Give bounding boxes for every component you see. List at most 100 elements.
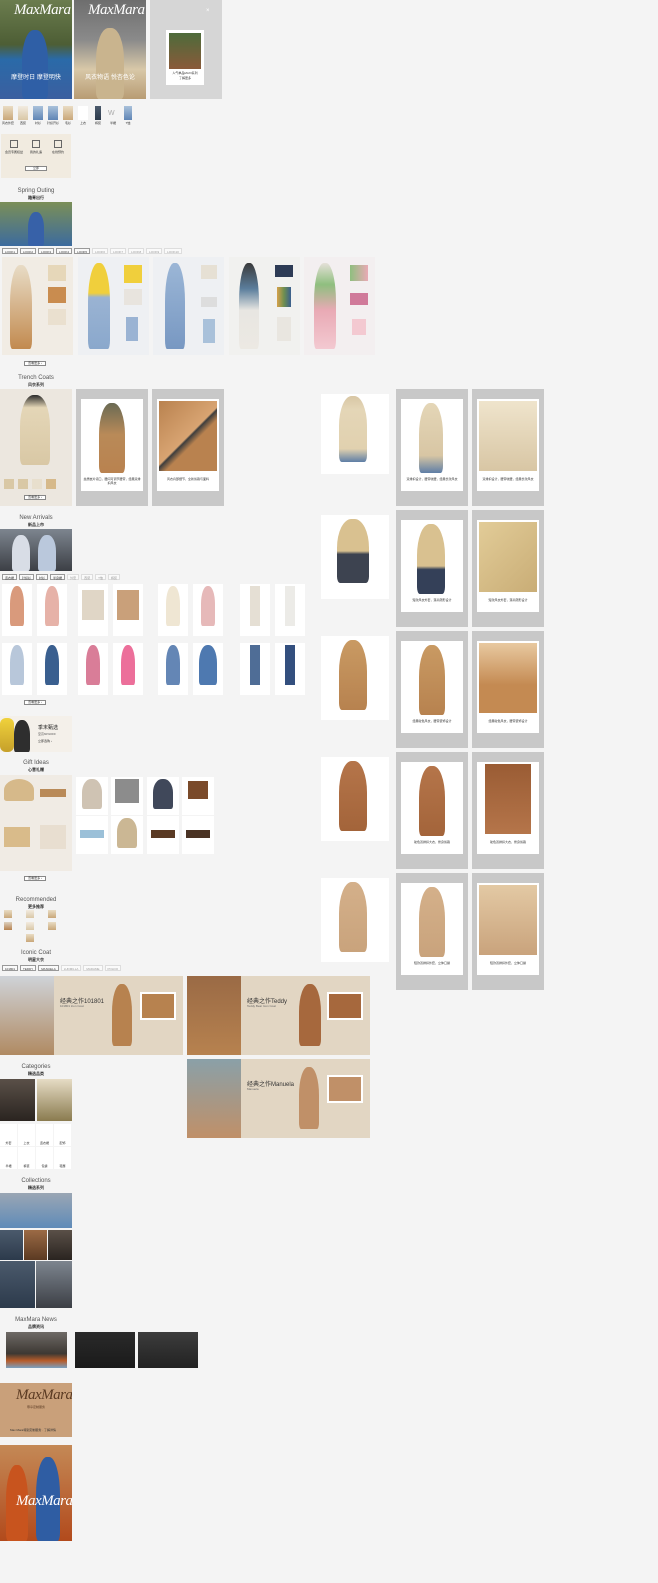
news-card[interactable] (138, 1332, 198, 1368)
category-item[interactable]: 西装 (17, 106, 29, 126)
trench-detail-frame[interactable]: 经典驼色风衣，腰带装饰设计 (396, 631, 468, 748)
category-tile[interactable]: 上衣 (18, 1124, 35, 1146)
trench-product-card[interactable] (321, 515, 389, 599)
look-card[interactable] (153, 257, 224, 355)
recommended-thumb[interactable] (26, 922, 34, 930)
tab-look2[interactable]: LOOK2 (20, 248, 37, 254)
gift-tile[interactable] (76, 777, 108, 815)
tab-teddy[interactable]: TEDDY (20, 965, 37, 971)
categories-banner-right[interactable] (37, 1079, 72, 1121)
news-card[interactable] (75, 1332, 135, 1368)
promo-card[interactable]: 人气单品MAXI系列 了解更多 (166, 30, 204, 85)
gift-tile[interactable] (147, 816, 179, 854)
recommended-thumb[interactable] (4, 922, 12, 930)
category-item[interactable]: 针织开衫 (47, 106, 59, 126)
look-card[interactable] (304, 257, 375, 355)
view-more-button[interactable]: 查看更多 › (24, 495, 46, 500)
tab-knit[interactable]: 针织衫 (19, 574, 35, 580)
product-tile[interactable] (2, 643, 32, 695)
trench-detail-frame[interactable]: 经典驼色风衣，腰带装饰设计 (472, 631, 544, 748)
product-tile[interactable] (2, 584, 32, 636)
category-item[interactable]: 衬衫 (32, 106, 44, 126)
product-tile[interactable] (193, 584, 223, 636)
tab-look10[interactable]: LOOK10 (164, 248, 182, 254)
trench-detail-frame[interactable]: 丝质嵌片领口，腰间可调节腰带，经典双排扣风衣 (76, 389, 148, 506)
category-item[interactable]: T恤 (122, 106, 134, 126)
product-tile[interactable] (275, 643, 305, 695)
gift-tile[interactable] (182, 777, 214, 815)
tab-shirt[interactable]: 衬衫 (36, 574, 49, 580)
tab-tee[interactable]: T恤 (95, 574, 106, 580)
recommended-thumb[interactable] (48, 910, 56, 918)
tab-outer[interactable]: 外套 (67, 574, 80, 580)
tab-look1[interactable]: LOOK1 (2, 248, 19, 254)
tab-look6[interactable]: LOOK6 (92, 248, 109, 254)
trench-detail-frame[interactable]: 短款双排扣外套，立体口袋 (472, 873, 544, 990)
gift-tile[interactable] (76, 816, 108, 854)
product-tile[interactable] (78, 584, 108, 636)
product-tile[interactable] (37, 643, 67, 695)
service-cta-button[interactable]: 立即 (25, 166, 47, 171)
view-more-button[interactable]: 查看更多 › (24, 361, 46, 366)
hero-slide-2[interactable]: MaxMara 风衣物语 悦杏色论 (74, 0, 146, 99)
product-tile[interactable] (78, 643, 108, 695)
recommended-thumb[interactable] (26, 910, 34, 918)
collection-tile[interactable] (24, 1230, 47, 1260)
trench-detail-frame[interactable]: 驼色双排扣大衣，修身剪裁 (472, 752, 544, 869)
tab-look4[interactable]: LOOK4 (56, 248, 73, 254)
collection-tile[interactable] (48, 1230, 72, 1260)
tab-look3[interactable]: LOOK3 (38, 248, 55, 254)
collection-tile[interactable] (36, 1261, 72, 1308)
category-item[interactable]: W 半裙 (107, 106, 119, 126)
closing-banner[interactable]: MaxMara (0, 1445, 72, 1541)
categories-banner-left[interactable] (0, 1079, 35, 1121)
trench-detail-frame[interactable]: 双排扣设计，腰带收腰，经典长款风衣 (472, 389, 544, 506)
gift-feature[interactable] (0, 775, 72, 871)
collection-hero[interactable] (0, 1193, 72, 1228)
recommended-thumb[interactable] (26, 934, 34, 942)
gift-tile[interactable] (111, 777, 143, 815)
look-card[interactable] (229, 257, 300, 355)
recommended-thumb[interactable] (4, 910, 12, 918)
view-more-button[interactable]: 查看更多 › (24, 876, 46, 881)
category-tile[interactable]: 配饰 (54, 1124, 71, 1146)
news-card[interactable] (6, 1332, 67, 1368)
service-item-booking[interactable]: 在线预约 (48, 140, 68, 160)
category-item[interactable]: 上衣 (77, 106, 89, 126)
gift-tile[interactable] (147, 777, 179, 815)
category-item[interactable]: 风衣外套 (2, 106, 14, 126)
seasonal-link[interactable]: 立即选购 › (38, 739, 52, 743)
tab-madame[interactable]: MADAME (83, 965, 103, 971)
tab-dress[interactable]: 连衣裙 (2, 574, 18, 580)
product-tile[interactable] (275, 584, 305, 636)
product-tile[interactable] (240, 643, 270, 695)
product-tile[interactable] (193, 643, 223, 695)
trench-detail-frame[interactable]: 风衣肩部细节，全新剪裁与面料 (152, 389, 224, 506)
trench-detail-frame[interactable]: 短款风衣外套，落肩廓形设计 (472, 510, 544, 627)
iconic-card-101801[interactable]: 经典之作101801 101801 Icon Coat (0, 976, 183, 1055)
tab-suit[interactable]: 西装 (81, 574, 94, 580)
look-card[interactable] (2, 257, 73, 355)
new-arrivals-banner[interactable] (0, 529, 72, 571)
product-tile[interactable] (113, 643, 143, 695)
trench-product-card[interactable] (321, 878, 389, 962)
tab-look8[interactable]: LOOK8 (128, 248, 145, 254)
category-item[interactable]: 毛衫 (62, 106, 74, 126)
tab-ludmilla[interactable]: LUDMILLA (60, 965, 82, 971)
service-item-gift[interactable]: 我的礼遇 (26, 140, 46, 160)
service-item-member[interactable]: 会员专属权益 (4, 140, 24, 160)
product-tile[interactable] (158, 584, 188, 636)
trench-product-card[interactable] (321, 636, 389, 720)
gift-tile[interactable] (182, 816, 214, 854)
category-tile[interactable]: 包袋 (36, 1147, 53, 1169)
trench-feature[interactable]: 查看更多 › (0, 389, 72, 506)
tab-look5[interactable]: LOOK5 (74, 248, 91, 254)
hero-slide-1[interactable]: MaxMara 摩登时日 摩登明快 (0, 0, 72, 99)
trench-product-card[interactable] (321, 394, 389, 474)
product-tile[interactable] (240, 584, 270, 636)
collection-tile[interactable] (0, 1261, 35, 1308)
tab-101801[interactable]: 101801 (2, 965, 19, 971)
close-icon[interactable]: × (206, 8, 210, 14)
seasonal-banner[interactable]: 季末甄选 至高60%OFF 立即选购 › (0, 716, 72, 752)
iconic-card-manuela[interactable]: 经典之作Manuela Manuela (187, 1059, 370, 1138)
